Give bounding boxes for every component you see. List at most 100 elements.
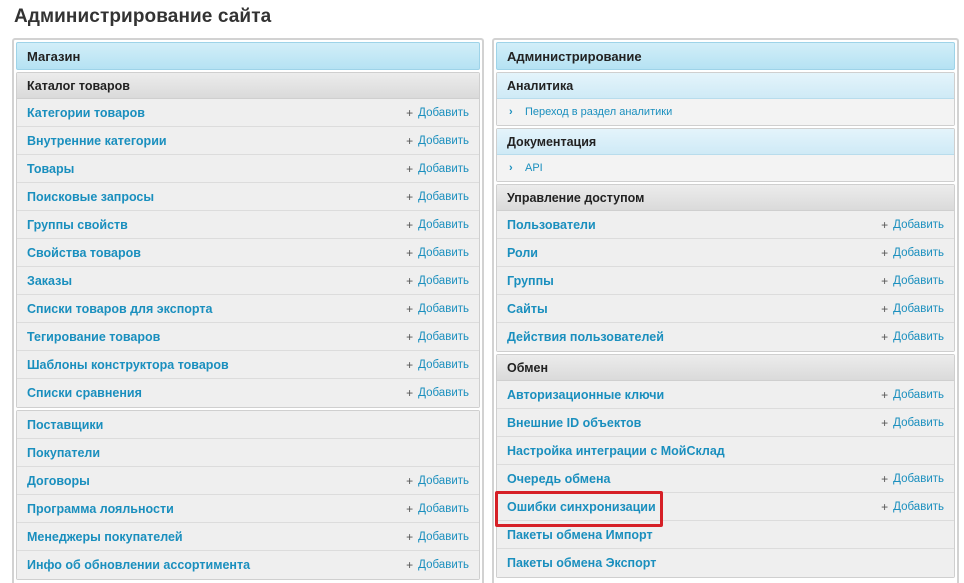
add-button[interactable]: + Добавить <box>881 218 944 232</box>
add-button[interactable]: + Добавить <box>406 106 469 120</box>
add-label: Добавить <box>893 218 944 231</box>
list-item: Списки товаров для экспорта + Добавить <box>17 295 479 323</box>
menu-link[interactable]: Роли <box>507 246 881 260</box>
add-button[interactable]: + Добавить <box>881 472 944 486</box>
menu-link[interactable]: Менеджеры покупателей <box>27 530 406 544</box>
admin-column: Администрирование Аналитика › Переход в … <box>492 38 959 583</box>
add-label: Добавить <box>418 502 469 515</box>
add-label: Добавить <box>418 530 469 543</box>
list-item: Шаблоны конструктора товаров + Добавить <box>17 351 479 379</box>
analytics-section-title: Аналитика <box>497 73 954 99</box>
menu-link[interactable]: Действия пользователей <box>507 330 881 344</box>
menu-link[interactable]: Авторизационные ключи <box>507 388 881 402</box>
menu-link[interactable]: Списки сравнения <box>27 386 406 400</box>
page-title: Администрирование сайта <box>14 6 272 27</box>
add-label: Добавить <box>418 559 469 571</box>
menu-link[interactable]: Категории товаров <box>27 106 406 120</box>
add-button[interactable]: + Добавить <box>406 218 469 232</box>
add-button[interactable]: + Добавить <box>881 500 944 514</box>
add-label: Добавить <box>893 500 944 513</box>
plus-icon: + <box>406 245 414 260</box>
analytics-section: Аналитика › Переход в раздел аналитики <box>496 72 955 126</box>
add-button[interactable]: + Добавить <box>406 190 469 204</box>
add-button[interactable]: + Добавить <box>406 274 469 288</box>
add-button[interactable]: + Добавить <box>406 302 469 316</box>
menu-link[interactable]: Поставщики <box>27 418 469 432</box>
add-button[interactable]: + Добавить <box>406 330 469 344</box>
menu-link[interactable]: Пользователи <box>507 218 881 232</box>
api-link[interactable]: API <box>525 162 543 174</box>
add-button[interactable]: + Добавить <box>406 246 469 260</box>
menu-link[interactable]: Группы свойств <box>27 218 406 232</box>
plus-icon: + <box>406 501 414 516</box>
add-button[interactable]: + Добавить <box>881 330 944 344</box>
plus-icon: + <box>881 499 889 514</box>
list-item: Покупатели <box>17 439 479 467</box>
menu-link[interactable]: Списки товаров для экспорта <box>27 302 406 316</box>
add-button[interactable]: + Добавить <box>881 388 944 402</box>
add-button[interactable]: + Добавить <box>406 474 469 488</box>
list-item: Действия пользователей + Добавить <box>497 323 954 351</box>
exchange-section: Обмен Авторизационные ключи + Добавить Внеш… <box>496 354 955 578</box>
list-item: Поисковые запросы + Добавить <box>17 183 479 211</box>
list-item: Товары + Добавить <box>17 155 479 183</box>
list-item: Категории товаров + Добавить <box>17 99 479 127</box>
analytics-link[interactable]: Переход в раздел аналитики <box>525 106 672 118</box>
menu-link[interactable]: Внутренние категории <box>27 134 406 148</box>
add-label: Добавить <box>418 190 469 203</box>
plus-icon: + <box>406 329 414 344</box>
add-button[interactable]: + Добавить <box>406 558 469 572</box>
add-button[interactable]: + Добавить <box>881 416 944 430</box>
add-label: Добавить <box>893 388 944 401</box>
list-item: Инфо об обновлении ассортимента + Добавить <box>17 551 479 579</box>
access-section: Управление доступом Пользователи + Добавит… <box>496 184 955 352</box>
list-item: Пользователи + Добавить <box>497 211 954 239</box>
plus-icon: + <box>881 415 889 430</box>
menu-link[interactable]: Покупатели <box>27 446 469 460</box>
plus-icon: + <box>881 330 889 344</box>
menu-link[interactable]: Свойства товаров <box>27 246 406 260</box>
plus-icon: + <box>406 301 414 316</box>
menu-link[interactable]: Пакеты обмена Импорт <box>507 528 944 542</box>
list-item: Менеджеры покупателей + Добавить <box>17 523 479 551</box>
docs-section: Документация › API <box>496 128 955 182</box>
plus-icon: + <box>881 245 889 260</box>
menu-link[interactable]: Сайты <box>507 302 881 316</box>
add-label: Добавить <box>893 246 944 259</box>
api-link-row[interactable]: › API <box>497 155 954 181</box>
list-item: Списки сравнения + Добавить <box>17 379 479 407</box>
add-button[interactable]: + Добавить <box>881 274 944 288</box>
menu-link[interactable]: Тегирование товаров <box>27 330 406 344</box>
menu-link[interactable]: Группы <box>507 274 881 288</box>
menu-link[interactable]: Настройка интеграции с МойСклад <box>507 444 944 458</box>
add-label: Добавить <box>418 387 469 399</box>
chevron-right-icon: › <box>509 106 513 118</box>
add-button[interactable]: + Добавить <box>406 358 469 372</box>
add-button[interactable]: + Добавить <box>406 134 469 148</box>
plus-icon: + <box>406 273 414 288</box>
menu-link[interactable]: Договоры <box>27 474 406 488</box>
menu-link[interactable]: Шаблоны конструктора товаров <box>27 358 406 372</box>
plus-icon: + <box>406 189 414 204</box>
menu-link[interactable]: Ошибки синхронизации <box>507 500 881 514</box>
menu-link[interactable]: Очередь обмена <box>507 472 881 486</box>
add-button[interactable]: + Добавить <box>406 530 469 544</box>
menu-link[interactable]: Внешние ID объектов <box>507 416 881 430</box>
add-button[interactable]: + Добавить <box>881 246 944 260</box>
add-button[interactable]: + Добавить <box>406 502 469 516</box>
add-label: Добавить <box>893 416 944 429</box>
add-button[interactable]: + Добавить <box>406 162 469 176</box>
list-item: Авторизационные ключи + Добавить <box>497 381 954 409</box>
menu-link[interactable]: Товары <box>27 162 406 176</box>
menu-link[interactable]: Программа лояльности <box>27 502 406 516</box>
list-item: Свойства товаров + Добавить <box>17 239 479 267</box>
add-button[interactable]: + Добавить <box>406 386 469 400</box>
admin-header: Администрирование <box>496 42 955 70</box>
add-button[interactable]: + Добавить <box>881 302 944 316</box>
menu-link[interactable]: Инфо об обновлении ассортимента <box>27 558 406 572</box>
menu-link[interactable]: Заказы <box>27 274 406 288</box>
menu-link[interactable]: Поисковые запросы <box>27 190 406 204</box>
menu-link[interactable]: Пакеты обмена Экспорт <box>507 556 944 570</box>
add-label: Добавить <box>893 274 944 287</box>
analytics-link-row[interactable]: › Переход в раздел аналитики <box>497 99 954 125</box>
